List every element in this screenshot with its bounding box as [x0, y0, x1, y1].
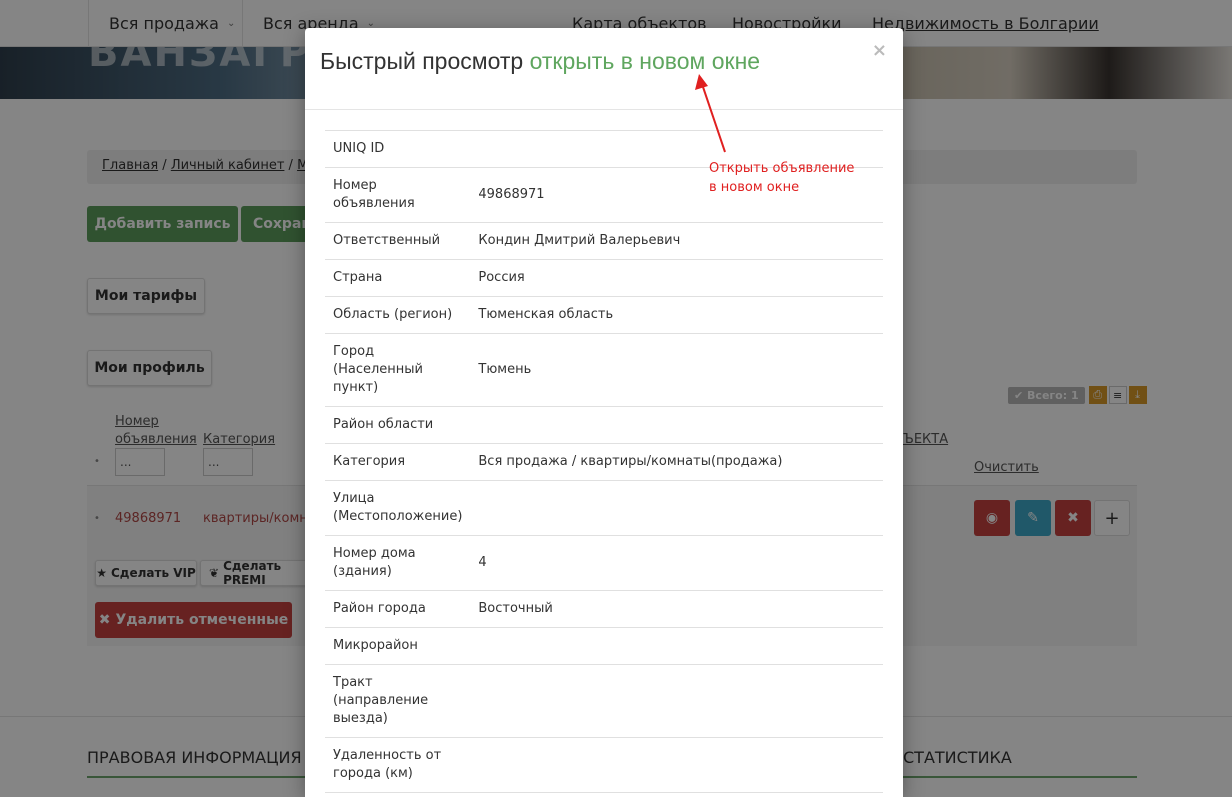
property-value — [470, 406, 883, 444]
property-row: Область (регион) Тюменская область — [325, 296, 883, 334]
close-icon[interactable]: × — [872, 40, 887, 61]
property-label: Страна — [325, 259, 471, 297]
modal-title-text: Быстрый просмотр — [320, 48, 524, 74]
property-row: Микрорайон — [325, 627, 883, 665]
property-label: Категория — [325, 443, 471, 481]
annotation-note: Открыть объявление в новом окне — [709, 159, 854, 197]
property-row: Удаленность от города (км) — [325, 737, 883, 793]
property-value — [470, 792, 883, 797]
property-value: Россия — [470, 259, 883, 297]
property-row: Район области — [325, 406, 883, 444]
property-label: Улица (Местоположение) — [325, 480, 471, 536]
property-row: Тракт (направление выезда) — [325, 664, 883, 738]
property-label: Тракт (направление выезда) — [325, 664, 471, 738]
property-value: Вся продажа / квартиры/комнаты(продажа) — [470, 443, 883, 481]
property-label: Район города — [325, 590, 471, 628]
property-label: Удаленность от города (км) — [325, 737, 471, 793]
property-label: Ответственный — [325, 222, 471, 260]
property-row: Страна Россия — [325, 259, 883, 297]
annotation-arrow-icon — [695, 74, 726, 153]
property-row: Район города Восточный — [325, 590, 883, 628]
property-label: Район области — [325, 406, 471, 444]
property-table: UNIQ ID Номер объявления 49868971 Ответстве… — [325, 130, 883, 797]
property-row: Ответственный Кондин Дмитрий Валерьевич — [325, 222, 883, 260]
property-label: UNIQ ID — [325, 130, 471, 168]
property-value — [470, 480, 883, 536]
property-value: Кондин Дмитрий Валерьевич — [470, 222, 883, 260]
annotation-line-1: Открыть объявление — [709, 161, 855, 176]
property-value: Тюмень — [470, 333, 883, 407]
property-row: Город (Населенный пункт) Тюмень — [325, 333, 883, 407]
property-label: Область (регион) — [325, 296, 471, 334]
modal-header: Быстрый просмотр открыть в новом окне × — [305, 28, 903, 110]
property-value — [470, 737, 883, 793]
property-value: Тюменская область — [470, 296, 883, 334]
property-row: Категория Вся продажа / квартиры/комнаты(… — [325, 443, 883, 481]
property-row: Улица (Местоположение) — [325, 480, 883, 536]
property-label: Город (Населенный пункт) — [325, 333, 471, 407]
property-value: 4 — [470, 535, 883, 591]
annotation-line-2: в новом окне — [709, 180, 800, 195]
property-label: Номер объявления — [325, 167, 471, 223]
property-value — [470, 664, 883, 738]
property-label: Микрорайон — [325, 627, 471, 665]
property-label: Номер дома (здания) — [325, 535, 471, 591]
property-row: Номер дома (здания) 4 — [325, 535, 883, 591]
property-value — [470, 627, 883, 665]
property-value: Восточный — [470, 590, 883, 628]
property-row: Тип коммерческой — [325, 792, 883, 797]
property-label: Тип коммерческой — [325, 792, 471, 797]
quick-view-modal: Быстрый просмотр открыть в новом окне × … — [305, 28, 903, 797]
